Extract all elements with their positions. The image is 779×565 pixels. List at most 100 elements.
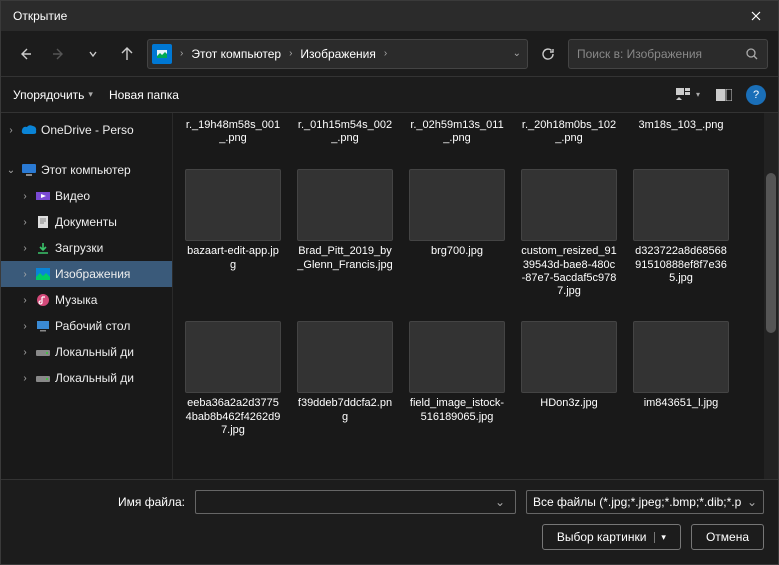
chevron-right-icon: › bbox=[19, 295, 31, 306]
file-item[interactable]: r._19h48m58s_001_.png bbox=[183, 117, 283, 147]
sidebar-label: Рабочий стол bbox=[55, 319, 130, 333]
onedrive-icon bbox=[21, 122, 37, 138]
file-label: im843651_l.jpg bbox=[644, 397, 719, 410]
sidebar-item-music[interactable]: › Музыка bbox=[1, 287, 172, 313]
sidebar-label: Загрузки bbox=[55, 241, 103, 255]
chevron-down-icon: ▾ bbox=[88, 89, 93, 100]
sidebar-label: Локальный ди bbox=[55, 371, 134, 385]
chevron-right-icon: › bbox=[287, 48, 294, 59]
forward-button[interactable] bbox=[45, 40, 73, 68]
sidebar-item-downloads[interactable]: › Загрузки bbox=[1, 235, 172, 261]
file-item[interactable]: brg700.jpg bbox=[407, 167, 507, 299]
pictures-icon bbox=[152, 44, 172, 64]
filename-input[interactable] bbox=[202, 495, 491, 509]
sidebar-label: Локальный ди bbox=[55, 345, 134, 359]
drive-icon bbox=[35, 344, 51, 360]
scrollbar[interactable] bbox=[764, 113, 778, 479]
file-item[interactable]: field_image_istock-516189065.jpg bbox=[407, 319, 507, 439]
back-button[interactable] bbox=[11, 40, 39, 68]
file-label: Brad_Pitt_2019_by_Glenn_Francis.jpg bbox=[297, 245, 393, 271]
file-label: d323722a8d6856891510888ef8f7e365.jpg bbox=[633, 245, 729, 285]
chevron-right-icon: › bbox=[178, 48, 185, 59]
file-item[interactable]: custom_resized_9139543d-bae8-480c-87e7-5… bbox=[519, 167, 619, 299]
file-label: HDon3z.jpg bbox=[540, 397, 597, 410]
file-item[interactable]: eeba36a2a2d37754bab8b462f4262d97.jpg bbox=[183, 319, 283, 439]
file-item[interactable]: im843651_l.jpg bbox=[631, 319, 731, 439]
new-folder-button[interactable]: Новая папка bbox=[109, 88, 179, 102]
arrow-right-icon bbox=[51, 46, 67, 62]
chevron-down-icon[interactable]: ▾ bbox=[654, 532, 666, 543]
help-icon: ? bbox=[753, 89, 759, 101]
file-thumbnail bbox=[633, 169, 729, 241]
file-thumbnail bbox=[185, 321, 281, 393]
arrow-left-icon bbox=[17, 46, 33, 62]
sidebar-label: Видео bbox=[55, 189, 90, 203]
file-list: r._19h48m58s_001_.png r._01h15m54s_002_.p… bbox=[173, 113, 778, 479]
filetype-filter[interactable]: Все файлы (*.jpg;*.jpeg;*.bmp;*.dib;*.p … bbox=[526, 490, 764, 514]
sidebar-item-video[interactable]: › Видео bbox=[1, 183, 172, 209]
file-label: f39ddeb7ddcfa2.png bbox=[297, 397, 393, 423]
address-bar[interactable]: › Этот компьютер › Изображения › ⌄ bbox=[147, 39, 528, 69]
close-button[interactable] bbox=[733, 1, 778, 31]
file-item[interactable]: r._02h59m13s_011_.png bbox=[407, 117, 507, 147]
downloads-icon bbox=[35, 240, 51, 256]
sidebar-item-desktop[interactable]: › Рабочий стол bbox=[1, 313, 172, 339]
preview-pane-button[interactable] bbox=[710, 83, 738, 107]
recent-button[interactable] bbox=[79, 40, 107, 68]
help-button[interactable]: ? bbox=[746, 85, 766, 105]
breadcrumb-root[interactable]: Этот компьютер bbox=[187, 45, 285, 63]
file-label: eeba36a2a2d37754bab8b462f4262d97.jpg bbox=[185, 397, 281, 437]
view-icon bbox=[676, 88, 694, 102]
filename-label: Имя файла: bbox=[15, 495, 185, 509]
chevron-right-icon: › bbox=[19, 347, 31, 358]
file-item[interactable]: d323722a8d6856891510888ef8f7e365.jpg bbox=[631, 167, 731, 299]
sidebar-item-pictures[interactable]: › Изображения bbox=[1, 261, 172, 287]
file-item[interactable]: Brad_Pitt_2019_by_Glenn_Francis.jpg bbox=[295, 167, 395, 299]
sidebar-item-onedrive[interactable]: › OneDrive - Perso bbox=[1, 117, 172, 143]
monitor-icon bbox=[21, 162, 37, 178]
file-item[interactable]: 3m18s_103_.png bbox=[631, 117, 731, 147]
sidebar-item-documents[interactable]: › Документы bbox=[1, 209, 172, 235]
chevron-right-icon: › bbox=[5, 125, 17, 136]
sidebar-item-thispc[interactable]: ⌄ Этот компьютер bbox=[1, 157, 172, 183]
file-item[interactable]: bazaart-edit-app.jpg bbox=[183, 167, 283, 299]
search-box[interactable] bbox=[568, 39, 768, 69]
refresh-button[interactable] bbox=[534, 40, 562, 68]
preview-pane-icon bbox=[716, 89, 732, 101]
breadcrumb-folder[interactable]: Изображения bbox=[296, 45, 379, 63]
chevron-right-icon: › bbox=[19, 269, 31, 280]
chevron-right-icon: › bbox=[19, 243, 31, 254]
desktop-icon bbox=[35, 318, 51, 334]
scrollbar-thumb[interactable] bbox=[766, 173, 776, 333]
file-thumbnail bbox=[409, 169, 505, 241]
chevron-down-icon[interactable]: ⌄ bbox=[491, 495, 509, 509]
cancel-button[interactable]: Отмена bbox=[691, 524, 764, 550]
up-button[interactable] bbox=[113, 40, 141, 68]
file-thumbnail bbox=[409, 321, 505, 393]
file-label: field_image_istock-516189065.jpg bbox=[409, 397, 505, 423]
body: › OneDrive - Perso ⌄ Этот компьютер › Ви… bbox=[1, 113, 778, 479]
sidebar-item-localdisk[interactable]: › Локальный ди bbox=[1, 339, 172, 365]
filename-combobox[interactable]: ⌄ bbox=[195, 490, 516, 514]
file-item[interactable]: HDon3z.jpg bbox=[519, 319, 619, 439]
chevron-down-icon: ⌄ bbox=[747, 495, 757, 509]
organize-button[interactable]: Упорядочить ▾ bbox=[13, 88, 93, 102]
sidebar-label: Изображения bbox=[55, 267, 130, 281]
search-input[interactable] bbox=[577, 47, 745, 61]
file-label: r._02h59m13s_011_.png bbox=[409, 119, 505, 145]
sidebar-item-localdisk2[interactable]: › Локальный ди bbox=[1, 365, 172, 391]
window-title: Открытие bbox=[13, 9, 67, 23]
footer: Имя файла: ⌄ Все файлы (*.jpg;*.jpeg;*.b… bbox=[1, 479, 778, 564]
file-item[interactable]: f39ddeb7ddcfa2.png bbox=[295, 319, 395, 439]
file-item[interactable]: r._01h15m54s_002_.png bbox=[295, 117, 395, 147]
file-thumbnail bbox=[521, 169, 617, 241]
video-icon bbox=[35, 188, 51, 204]
filter-label: Все файлы (*.jpg;*.jpeg;*.bmp;*.dib;*.p bbox=[533, 495, 747, 509]
chevron-down-icon[interactable]: ⌄ bbox=[511, 48, 523, 59]
sidebar-label: Документы bbox=[55, 215, 117, 229]
documents-icon bbox=[35, 214, 51, 230]
close-icon bbox=[751, 11, 761, 21]
open-button[interactable]: Выбор картинки ▾ bbox=[542, 524, 681, 550]
view-button[interactable]: ▾ bbox=[674, 83, 702, 107]
file-item[interactable]: r._20h18m0bs_102_.png bbox=[519, 117, 619, 147]
